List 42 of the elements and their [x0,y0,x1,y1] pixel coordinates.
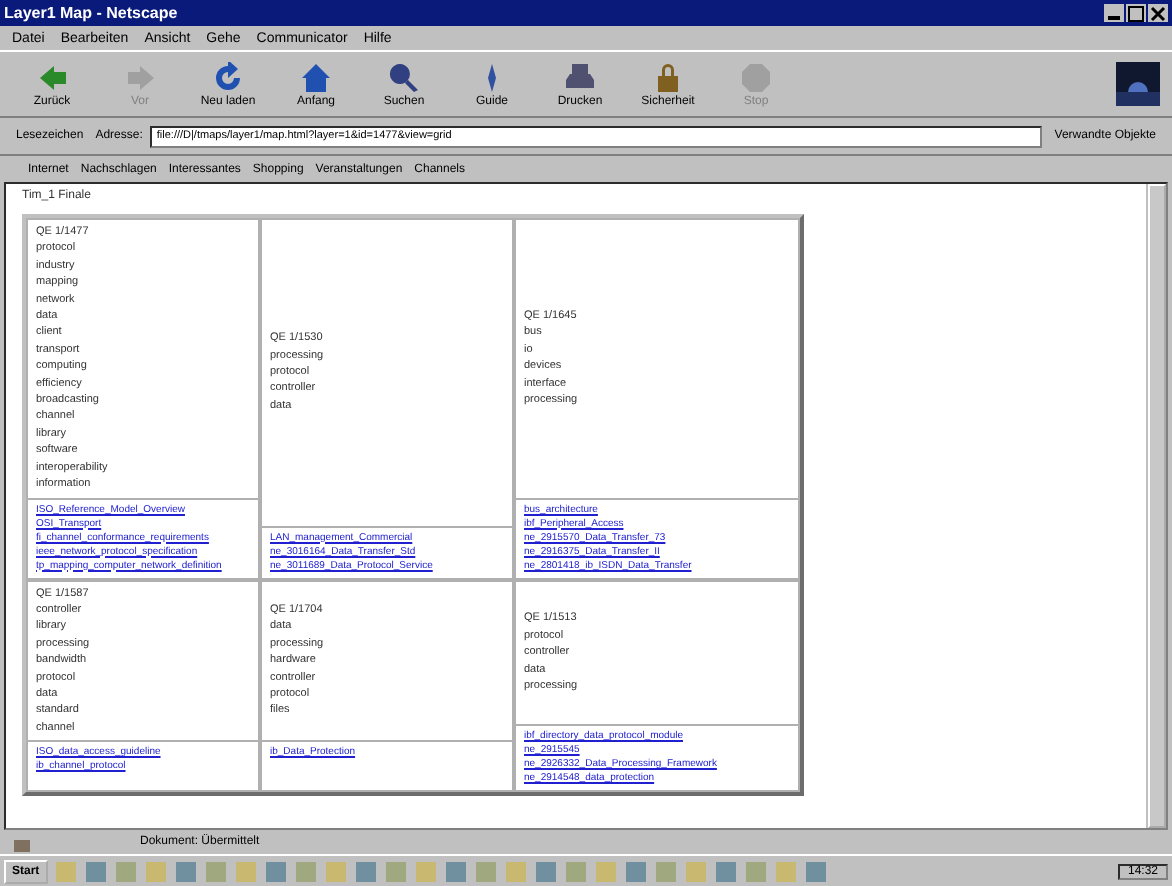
taskbar-app-icon[interactable] [173,859,198,883]
taskbar-app-icon[interactable] [593,859,618,883]
maximize-button[interactable] [1126,4,1146,22]
search-icon [388,61,420,93]
home-icon [300,61,332,93]
close-icon [1150,5,1166,21]
reload-icon [212,61,244,93]
browser-logo-icon [1116,62,1160,106]
taskbar-app-icon[interactable] [323,859,348,883]
arrow-left-icon [36,61,68,93]
taskbar-app-icon[interactable] [53,859,78,883]
taskbar-app-icon[interactable] [413,859,438,883]
taskbar-app-icon[interactable] [443,859,468,883]
taskbar-app-icon[interactable] [623,859,648,883]
close-button[interactable] [1148,4,1168,22]
taskbar-app-icon[interactable] [653,859,678,883]
taskbar-app-icon[interactable] [383,859,408,883]
taskbar-app-icon[interactable] [533,859,558,883]
minimize-button[interactable] [1104,4,1124,22]
scrollbar[interactable] [1146,184,1166,828]
stop-icon [740,61,772,93]
taskbar-app-icon[interactable] [683,859,708,883]
taskbar-app-icon[interactable] [233,859,258,883]
taskbar-app-icon[interactable] [473,859,498,883]
taskbar-app-icon[interactable] [113,859,138,883]
taskbar-app-icon[interactable] [263,859,288,883]
taskbar-app-icon[interactable] [143,859,168,883]
maximize-icon [1128,5,1144,21]
taskbar-app-icon[interactable] [503,859,528,883]
taskbar-app-icon[interactable] [803,859,828,883]
taskbar-app-icon[interactable] [83,859,108,883]
taskbar-app-icon[interactable] [203,859,228,883]
taskbar-app-icon[interactable] [353,859,378,883]
minimize-icon [1108,16,1120,20]
window-title: Layer1 Map - Netscape [4,4,178,22]
lock-icon [652,61,684,93]
taskbar-app-icon[interactable] [563,859,588,883]
arrow-right-icon [124,61,156,93]
taskbar-app-icon[interactable] [773,859,798,883]
taskbar-app-icon[interactable] [743,859,768,883]
taskbar-app-icon[interactable] [713,859,738,883]
taskbar-app-icon[interactable] [293,859,318,883]
